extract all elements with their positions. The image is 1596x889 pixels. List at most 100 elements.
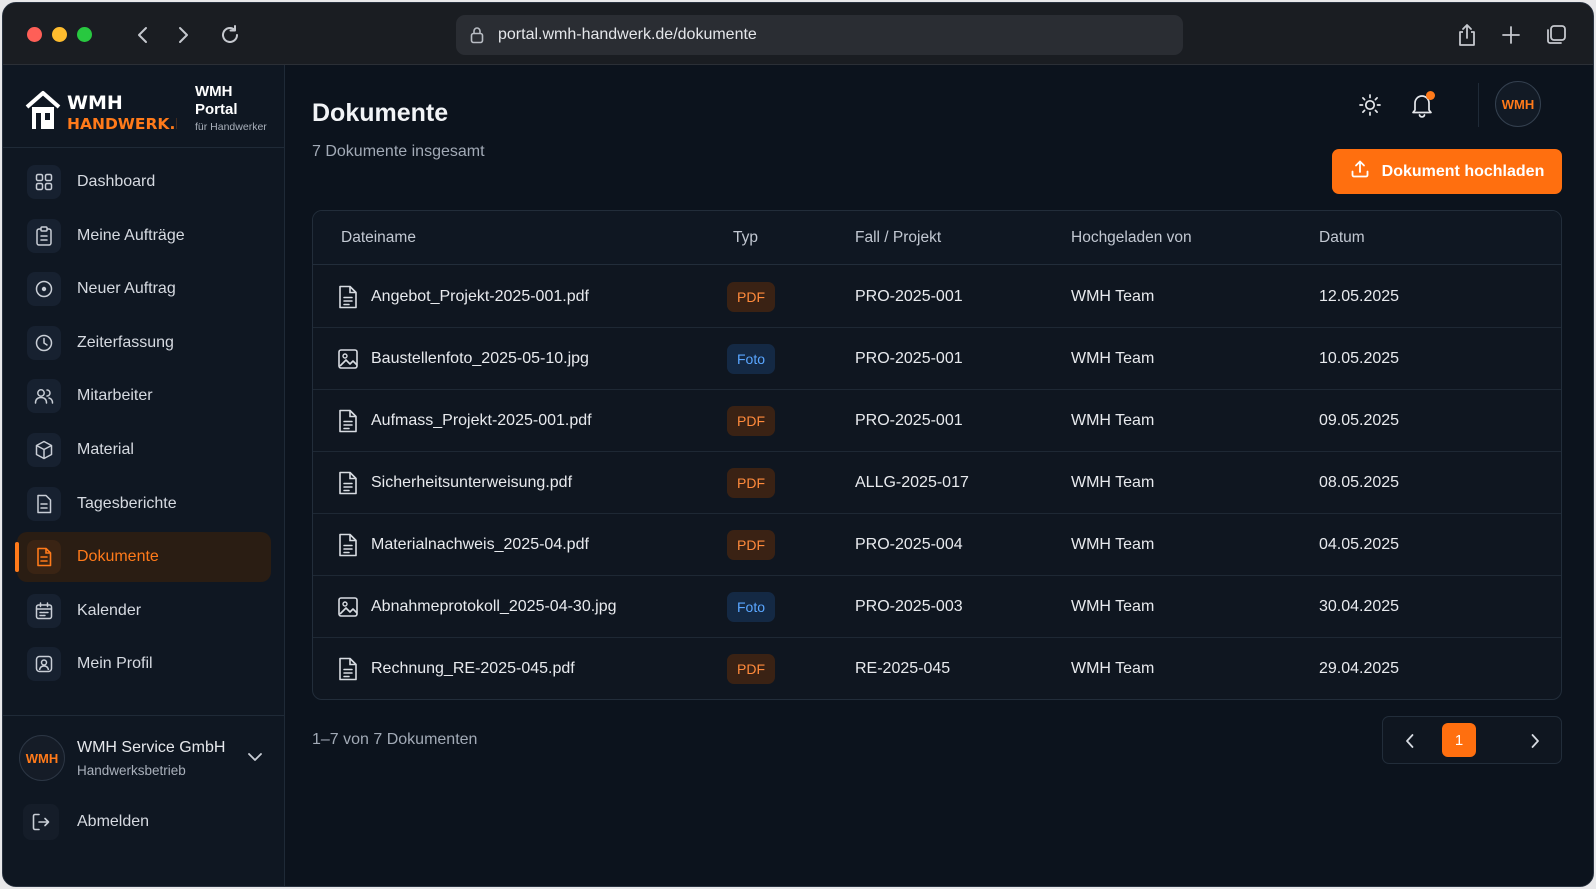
company-switcher[interactable]: WMH WMH Service GmbH Handwerksbetrieb [19, 733, 273, 783]
upload-date: 09.05.2025 [1319, 412, 1400, 429]
grid-icon [27, 165, 61, 199]
file-name[interactable]: Aufmass_Projekt-2025-001.pdf [371, 412, 592, 430]
plus-circle-icon [27, 272, 61, 307]
company-type: Handwerksbetrieb [77, 763, 186, 778]
pdf-file-icon [339, 285, 357, 309]
column-header-date[interactable]: Datum [1319, 229, 1365, 247]
sidebar-item-label: Tagesberichte [77, 494, 177, 512]
type-badge: PDF [727, 282, 775, 312]
upload-date: 10.05.2025 [1319, 350, 1400, 367]
back-icon[interactable] [129, 21, 157, 49]
sidebar-item-label: Dashboard [77, 173, 156, 190]
sidebar-item-mitarbeiter[interactable]: Mitarbeiter [17, 371, 271, 421]
tabs-overview-icon[interactable] [1542, 21, 1570, 49]
project-id: ALLG-2025-017 [855, 474, 969, 491]
company-name: WMH Service GmbH [77, 739, 226, 756]
column-header-project[interactable]: Fall / Projekt [855, 229, 941, 247]
svg-text:WMH: WMH [67, 92, 123, 114]
address-bar[interactable]: portal.wmh-handwerk.de/dokumente [456, 15, 1183, 55]
sidebar-item-neuer-auftrag[interactable]: Neuer Auftrag [17, 264, 271, 314]
table-row[interactable]: Rechnung_RE-2025-045.pdf PDF RE-2025-045… [313, 638, 1561, 699]
theme-toggle-button[interactable] [1352, 87, 1388, 123]
upload-date: 04.05.2025 [1319, 536, 1400, 553]
notifications-button[interactable] [1404, 87, 1440, 123]
uploader: WMH Team [1071, 350, 1155, 367]
file-name[interactable]: Baustellenfoto_2025-05-10.jpg [371, 350, 589, 368]
file-name[interactable]: Angebot_Projekt-2025-001.pdf [371, 288, 589, 306]
logout-icon [23, 804, 59, 840]
table-row[interactable]: Aufmass_Projekt-2025-001.pdf PDF PRO-202… [313, 390, 1561, 452]
sidebar-item-meine-auftraege[interactable]: Meine Aufträge [17, 211, 271, 261]
brand-text: WMH Portal für Handwerker [195, 83, 267, 135]
share-icon[interactable] [1453, 21, 1481, 49]
brand-title-1: WMH [195, 83, 233, 100]
pagination: 1 [1382, 716, 1562, 764]
column-header-filename[interactable]: Dateiname [341, 229, 416, 247]
sidebar-item-label: Mein Profil [77, 655, 153, 673]
sidebar-item-material[interactable]: Material [17, 425, 271, 475]
brand[interactable]: WMH HANDWERK.DE WMH Portal für Handwerke… [25, 83, 275, 143]
sidebar-item-tagesberichte[interactable]: Tagesberichte [17, 479, 271, 529]
type-badge: PDF [727, 654, 775, 684]
pdf-file-icon [339, 533, 357, 557]
close-window-button[interactable] [27, 27, 42, 42]
new-tab-icon[interactable] [1497, 21, 1525, 49]
maximize-window-button[interactable] [77, 27, 92, 42]
pagination-summary: 1–7 von 7 Dokumenten [312, 731, 478, 748]
sidebar-item-dashboard[interactable]: Dashboard [17, 157, 271, 207]
sidebar-item-mein-profil[interactable]: Mein Profil [17, 639, 271, 689]
logout-label: Abmelden [77, 813, 150, 830]
sidebar-item-label: Dokumente [77, 548, 159, 566]
sidebar-nav: Dashboard Meine Aufträge Neuer Auftrag Z… [15, 157, 271, 693]
project-id: PRO-2025-001 [855, 412, 963, 429]
type-badge: PDF [727, 468, 775, 498]
browser-window: portal.wmh-handwerk.de/dokumente WMH HAN… [2, 2, 1594, 887]
project-id: RE-2025-045 [855, 660, 951, 677]
image-file-icon [338, 349, 358, 369]
logout-button[interactable]: Abmelden [23, 803, 263, 841]
column-header-type[interactable]: Typ [733, 229, 758, 247]
chevron-right-icon[interactable] [1520, 726, 1550, 756]
chevron-left-icon[interactable] [1395, 726, 1425, 756]
uploader: WMH Team [1071, 660, 1155, 677]
file-name[interactable]: Materialnachweis_2025-04.pdf [371, 536, 589, 554]
profile-icon [27, 647, 61, 682]
company-avatar: WMH [19, 735, 65, 781]
project-id: PRO-2025-003 [855, 598, 963, 615]
document-icon [27, 540, 61, 575]
reload-icon[interactable] [216, 21, 244, 49]
table-row[interactable]: Baustellenfoto_2025-05-10.jpg Foto PRO-2… [313, 328, 1561, 390]
table-row[interactable]: Abnahmeprotokoll_2025-04-30.jpg Foto PRO… [313, 576, 1561, 638]
sidebar-item-dokumente[interactable]: Dokumente [15, 532, 271, 583]
table-row[interactable]: Materialnachweis_2025-04.pdf PDF PRO-202… [313, 514, 1561, 576]
file-name[interactable]: Rechnung_RE-2025-045.pdf [371, 660, 575, 678]
upload-date: 12.05.2025 [1319, 288, 1400, 305]
type-badge: PDF [727, 530, 775, 560]
pdf-file-icon [339, 409, 357, 433]
sidebar-item-kalender[interactable]: Kalender [17, 586, 271, 636]
url-text: portal.wmh-handwerk.de/dokumente [498, 26, 757, 43]
pdf-file-icon [339, 657, 357, 681]
upload-document-button[interactable]: Dokument hochladen [1332, 149, 1562, 194]
header-divider [1478, 83, 1479, 127]
column-header-uploader[interactable]: Hochgeladen von [1071, 229, 1192, 247]
table-row[interactable]: Angebot_Projekt-2025-001.pdf PDF PRO-202… [313, 266, 1561, 328]
minimize-window-button[interactable] [52, 27, 67, 42]
chevron-down-icon[interactable] [245, 747, 265, 767]
file-name[interactable]: Sicherheitsunterweisung.pdf [371, 474, 572, 492]
main-content: Dokumente 7 Dokumente insgesamt WMH Doku… [286, 65, 1593, 886]
sidebar-item-label: Kalender [77, 601, 142, 619]
clock-icon [27, 325, 61, 360]
project-id: PRO-2025-001 [855, 350, 963, 367]
table-row[interactable]: Sicherheitsunterweisung.pdf PDF ALLG-202… [313, 452, 1561, 514]
brand-logo: WMH HANDWERK.DE [25, 87, 199, 139]
sidebar-item-label: Material [77, 440, 134, 458]
svg-text:HANDWERK.DE: HANDWERK.DE [67, 115, 177, 133]
uploader: WMH Team [1071, 288, 1155, 305]
user-avatar[interactable]: WMH [1495, 81, 1541, 127]
sidebar-divider [3, 147, 285, 148]
file-name[interactable]: Abnahmeprotokoll_2025-04-30.jpg [371, 598, 617, 616]
forward-icon[interactable] [169, 21, 197, 49]
sidebar-item-zeiterfassung[interactable]: Zeiterfassung [17, 318, 271, 368]
page-button-current[interactable]: 1 [1442, 723, 1476, 757]
